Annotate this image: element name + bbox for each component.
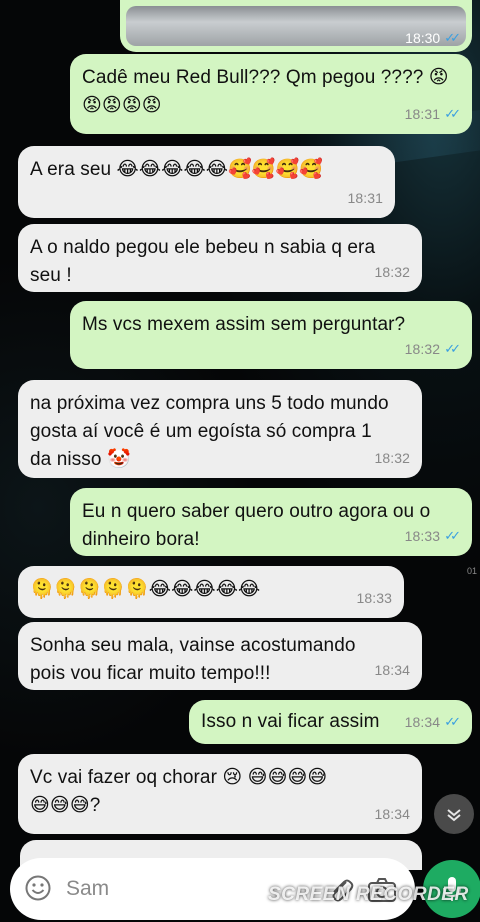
message-time: 18:33: [356, 590, 392, 606]
message-bubble-outgoing[interactable]: Eu n quero saber quero outro agora ou o …: [70, 488, 472, 556]
read-ticks-icon: ✓✓: [444, 30, 461, 45]
message-time: 18:32: [404, 341, 441, 357]
message-text: Eu n quero saber quero outro agora ou o …: [82, 501, 431, 550]
message-time: 18:30: [405, 30, 441, 46]
message-text: A era seu 😂😂😂😂😂🥰🥰🥰🥰: [30, 159, 324, 180]
image-message[interactable]: 18:30 ✓✓: [120, 0, 472, 52]
message-meta: 18:32: [374, 258, 410, 286]
message-time: 18:32: [374, 450, 410, 466]
message-meta: 18:31 ✓✓: [404, 100, 461, 128]
message-time: 18:32: [374, 264, 410, 280]
message-bubble-incoming[interactable]: Vc vai fazer oq chorar 😢 😅😅😅😅 😅😅😅? 18:34: [18, 754, 422, 834]
message-text: Sonha seu mala, vainse acostumando pois …: [30, 635, 356, 684]
message-meta: 18:33 ✓✓: [404, 522, 461, 550]
message-meta: 18:32: [374, 444, 410, 472]
message-bubble-incoming[interactable]: Sonha seu mala, vainse acostumando pois …: [18, 622, 422, 690]
read-ticks-icon: ✓✓: [444, 714, 461, 729]
message-bubble-incoming[interactable]: A era seu 😂😂😂😂😂🥰🥰🥰🥰 18:31: [18, 146, 395, 218]
message-meta: 18:33: [356, 584, 392, 612]
message-meta: 18:34: [374, 800, 410, 828]
message-bubble-outgoing[interactable]: Cadê meu Red Bull??? Qm pegou ???? 😡 😡😡😡…: [70, 54, 472, 134]
message-time: 18:34: [404, 714, 441, 730]
message-time: 18:31: [404, 106, 441, 122]
message-bubble-incoming[interactable]: A o naldo pegou ele bebeu n sabia q era …: [18, 224, 422, 292]
message-text: Vc vai fazer oq chorar 😢 😅😅😅😅 😅😅😅?: [30, 767, 328, 816]
message-meta: 18:31: [347, 184, 383, 212]
message-meta: 18:32 ✓✓: [404, 335, 461, 363]
message-text: A o naldo pegou ele bebeu n sabia q era …: [30, 237, 376, 286]
message-meta: 18:34: [374, 656, 410, 684]
chevron-down-icon: [447, 809, 461, 822]
message-text: 🫠🫠🫠🫠🫠😂😂😂😂😂: [30, 579, 261, 600]
message-meta: 18:34 ✓✓: [404, 708, 461, 736]
message-input[interactable]: Sam: [66, 877, 109, 901]
message-text: na próxima vez compra uns 5 todo mundo g…: [30, 393, 389, 470]
read-ticks-icon: ✓✓: [444, 528, 461, 543]
message-time: 18:34: [374, 806, 410, 822]
message-bubble-incoming[interactable]: 🫠🫠🫠🫠🫠😂😂😂😂😂 18:33: [18, 566, 404, 618]
edge-marker: 01: [467, 566, 478, 576]
read-ticks-icon: ✓✓: [444, 341, 461, 356]
message-bubble-incoming[interactable]: na próxima vez compra uns 5 todo mundo g…: [18, 380, 422, 478]
emoji-icon[interactable]: [24, 874, 52, 902]
message-time: 18:31: [347, 190, 383, 206]
message-bubble-outgoing[interactable]: Ms vcs mexem assim sem perguntar? 18:32 …: [70, 301, 472, 369]
screen-recorder-watermark: SCREEN RECORDER: [268, 884, 469, 905]
message-text: Ms vcs mexem assim sem perguntar?: [82, 314, 406, 335]
message-bubble-outgoing[interactable]: Isso n vai ficar assim 18:34 ✓✓: [189, 700, 472, 744]
read-ticks-icon: ✓✓: [444, 106, 461, 121]
message-time: 18:33: [404, 528, 441, 544]
scroll-to-bottom-button[interactable]: [434, 794, 474, 834]
message-text: Cadê meu Red Bull??? Qm pegou ???? 😡 😡😡😡…: [82, 67, 449, 116]
message-meta: 18:30 ✓✓: [405, 30, 461, 46]
message-time: 18:34: [374, 662, 410, 678]
